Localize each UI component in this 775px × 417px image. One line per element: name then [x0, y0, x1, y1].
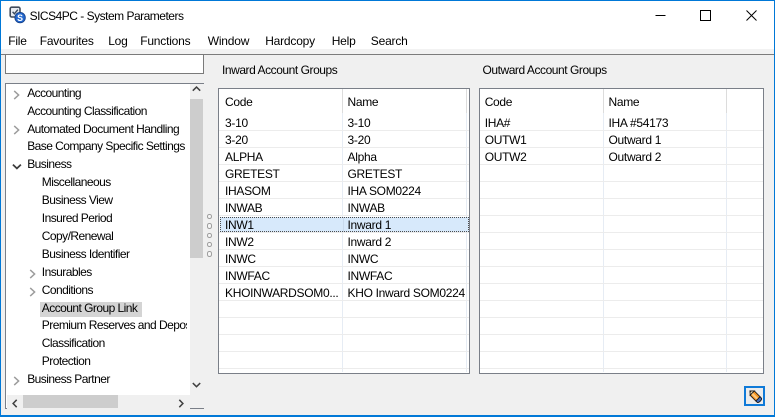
svg-text:S: S — [17, 13, 23, 23]
